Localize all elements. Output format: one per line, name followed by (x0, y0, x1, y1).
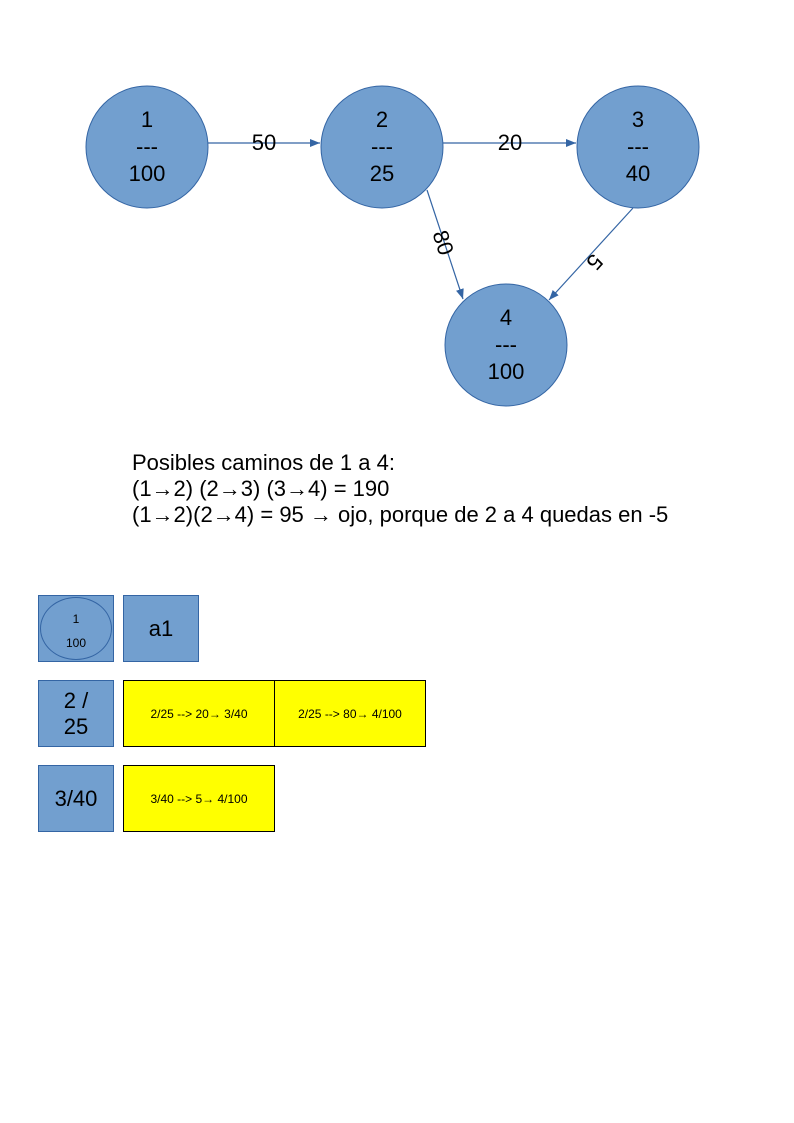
node-3-value: 40 (626, 161, 650, 186)
node-1-id: 1 (141, 107, 153, 132)
node-4-id: 4 (500, 305, 512, 330)
value-box-a1: a1 (123, 595, 199, 662)
key-box-node-2: 2 / 25 (38, 680, 114, 747)
node-2-id: 2 (376, 107, 388, 132)
edge-1-2: 50 (208, 130, 320, 155)
path-cell-2-3: 2/25 --> 20→ 3/40 (123, 680, 275, 747)
caption-heading: Posibles caminos de 1 a 4: (132, 450, 395, 475)
node-3-separator: --- (627, 134, 649, 159)
key-box-node-1-id: 1 (72, 612, 80, 626)
edge-label-2-3: 20 (498, 130, 522, 155)
key-box-node-3: 3/40 (38, 765, 114, 832)
graph-diagram: 50 20 80 5 1 --- 100 2 --- 25 3 --- 40 4… (85, 85, 700, 407)
path-cell-3-4: 3/40 --> 5→ 4/100 (123, 765, 275, 832)
node-1-ellipse (40, 597, 112, 660)
edge-label-3-4: 5 (581, 249, 608, 275)
key-box-node-1-value: 100 (65, 636, 87, 650)
node-4: 4 --- 100 (444, 283, 568, 407)
edge-2-3: 20 (443, 130, 576, 155)
node-2-separator: --- (371, 134, 393, 159)
edge-label-1-2: 50 (252, 130, 276, 155)
paths-caption: Posibles caminos de 1 a 4: (1→2) (2→3) (… (132, 450, 668, 528)
node-4-value: 100 (488, 359, 525, 384)
key-box-node-2-label: 2 / 25 (63, 687, 89, 739)
edge-label-2-4: 80 (427, 227, 458, 258)
node-1-value: 100 (129, 161, 166, 186)
edge-2-4: 80 (426, 189, 464, 300)
node-3-id: 3 (632, 107, 644, 132)
node-1: 1 --- 100 (85, 85, 209, 209)
key-box-node-1: 1 100 (38, 595, 114, 662)
node-2-value: 25 (370, 161, 394, 186)
node-2: 2 --- 25 (320, 85, 444, 209)
caption-path-2: (1→2)(2→4) = 95 → ojo, porque de 2 a 4 q… (132, 502, 669, 527)
node-1-separator: --- (136, 134, 158, 159)
node-3: 3 --- 40 (576, 85, 700, 209)
caption-path-1: (1→2) (2→3) (3→4) = 190 (132, 476, 390, 501)
path-cell-2-4: 2/25 --> 80→ 4/100 (274, 680, 426, 747)
edge-3-4: 5 (548, 207, 634, 301)
node-4-separator: --- (495, 332, 517, 357)
